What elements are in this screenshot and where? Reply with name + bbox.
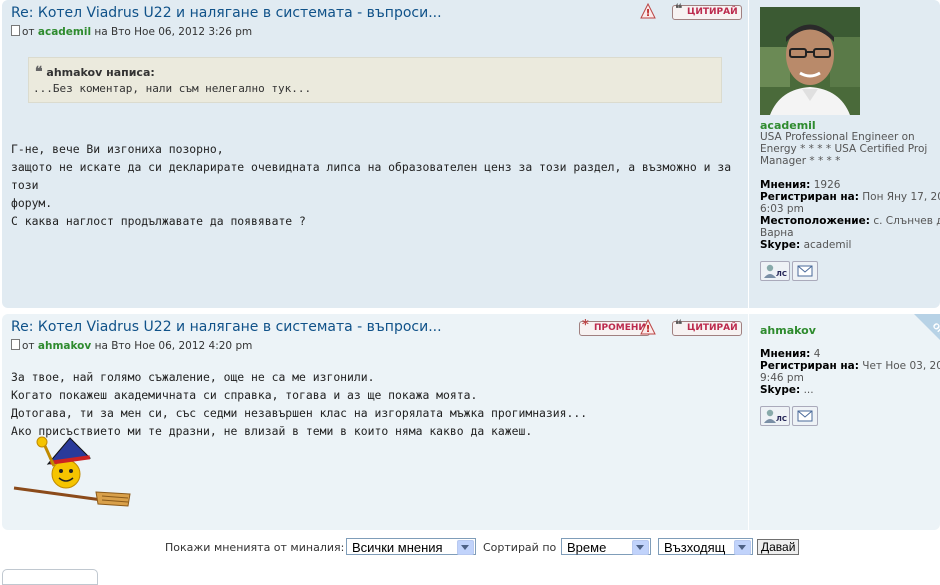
profile-fields: Мнения: 4 Регистриран на: Чет Ное 03, 20… (760, 348, 940, 396)
quote-icon: ❝ (675, 318, 683, 333)
post-title-link[interactable]: Re: Котел Viadrus U22 и налягане в систе… (11, 4, 741, 22)
post-line: Г-не, вече Ви изгониха позорно, (11, 142, 224, 156)
sort-order-select[interactable]: Възходящ (658, 538, 753, 555)
svg-text:!: ! (646, 8, 651, 19)
chevron-down-icon (734, 540, 751, 555)
post-doc-icon (11, 339, 20, 350)
show-posts-select[interactable]: Всички мнения (346, 538, 476, 555)
post-body: Re: Котел Viadrus U22 и налягане в систе… (11, 4, 741, 38)
witch-smiley-image (12, 436, 132, 508)
show-posts-label: Покажи мненията от миналия: (165, 541, 345, 554)
pm-button[interactable]: ЛС (760, 406, 790, 426)
svg-text:ЛС: ЛС (776, 270, 787, 278)
post-profile: ahmakov Мнения: 4 Регистриран на: Чет Но… (748, 314, 940, 530)
edit-star-icon: * (582, 318, 589, 333)
post-content: За твое, най голямо съжаление, още не са… (11, 368, 741, 440)
svg-text:!: ! (646, 324, 651, 335)
profile-rank: USA Professional Engineer on Energy * * … (760, 131, 928, 167)
post-ahmakov: Re: Котел Viadrus U22 и налягане в систе… (2, 314, 940, 530)
post-profile: academil USA Professional Engineer on En… (748, 0, 940, 308)
post-line: защото не искате да си декларирате очеви… (11, 160, 732, 192)
reply-tab[interactable] (2, 569, 98, 585)
meta-prefix: от (22, 340, 35, 352)
report-icon: ! (640, 319, 656, 335)
envelope-icon (797, 410, 813, 422)
post-academil: Re: Котел Viadrus U22 и налягане в систе… (2, 0, 940, 308)
quote-button[interactable]: ❝ ЦИТИРАЙ (672, 318, 742, 336)
meta-prefix: от (22, 26, 35, 38)
post-meta: от ahmakov на Вто Ное 06, 2012 4:20 pm (11, 339, 741, 352)
post-line: С каква наглост продължавате да появяват… (11, 214, 306, 228)
quote-box: ❝ ahmakov написа: ...Без коментар, нали … (28, 57, 722, 103)
pm-user-icon: ЛС (764, 409, 787, 423)
svg-text:ЛС: ЛС (776, 415, 787, 423)
post-content: Г-не, вече Ви изгониха позорно, защото н… (11, 140, 741, 230)
avatar[interactable] (760, 7, 860, 115)
pm-user-icon: ЛС (764, 264, 787, 278)
post-meta: от academil на Вто Ное 06, 2012 3:26 pm (11, 25, 741, 38)
profile-username[interactable]: ahmakov (760, 324, 816, 337)
sort-by-label: Сортирай по (483, 541, 557, 554)
email-button[interactable] (792, 406, 818, 426)
post-line: Когато покажеш академичната си справка, … (11, 388, 478, 402)
quote-icon: ❝ (675, 2, 683, 17)
sort-by-select[interactable]: Време (561, 538, 651, 555)
post-line: форум. (11, 196, 53, 210)
post-line: За твое, най голямо съжаление, още не са… (11, 370, 375, 384)
report-button[interactable]: ! (640, 3, 656, 19)
profile-fields: Мнения: 1926 Регистриран на: Пон Яну 17,… (760, 179, 940, 251)
post-doc-icon (11, 25, 20, 36)
email-button[interactable] (792, 261, 818, 281)
go-button[interactable]: Давай (757, 539, 800, 555)
online-badge: ON (906, 314, 940, 344)
author-link[interactable]: academil (38, 26, 91, 38)
quote-text: ...Без коментар, нали съм нелегално тук.… (33, 82, 312, 95)
chevron-down-icon (457, 540, 474, 555)
pm-button[interactable]: ЛС (760, 261, 790, 281)
quote-cite: ❝ ahmakov написа: (35, 64, 155, 80)
post-line: Дотогава, ти за мен си, със седми незавъ… (11, 406, 588, 420)
report-icon: ! (640, 3, 656, 19)
chevron-down-icon (632, 540, 649, 555)
quote-button[interactable]: ❝ ЦИТИРАЙ (672, 2, 742, 20)
display-options: Покажи мненията от миналия: Всички мнени… (0, 538, 940, 560)
quote-icon: ❝ (35, 64, 43, 80)
post-date: на Вто Ное 06, 2012 3:26 pm (94, 26, 253, 38)
author-link[interactable]: ahmakov (38, 340, 91, 352)
envelope-icon (797, 265, 813, 277)
post-date: на Вто Ное 06, 2012 4:20 pm (94, 340, 253, 352)
report-button[interactable]: ! (640, 319, 656, 335)
